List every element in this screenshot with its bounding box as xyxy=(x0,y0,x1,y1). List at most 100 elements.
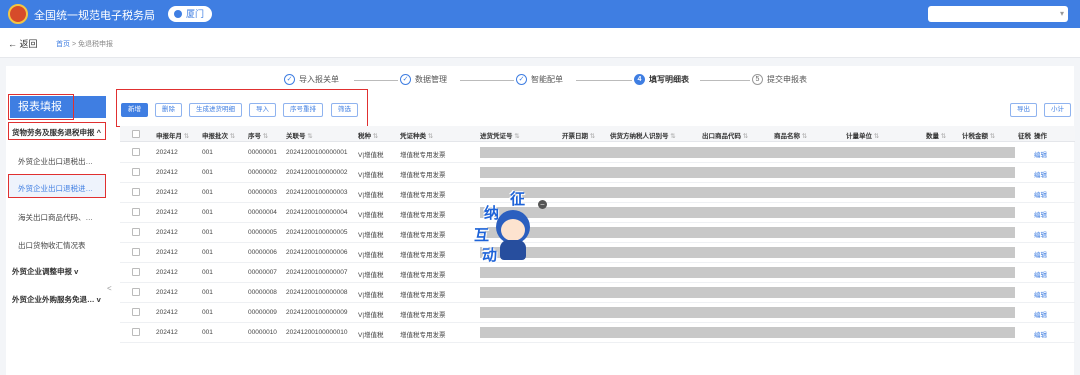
cell-link-no: 20241200100000001 xyxy=(286,149,348,156)
breadcrumb-separator: > xyxy=(71,41,77,48)
close-icon[interactable]: – xyxy=(538,200,547,209)
col-product-name[interactable]: 商品名称 ⇅ xyxy=(774,130,807,140)
col-invoice-date[interactable]: 开票日期 ⇅ xyxy=(562,130,595,140)
cell-period: 202412 xyxy=(156,269,178,276)
cell-period: 202412 xyxy=(156,249,178,256)
sort-icon: ⇅ xyxy=(512,133,520,140)
step-label: 数据管理 xyxy=(415,75,447,84)
cell-batch: 001 xyxy=(202,309,213,316)
cell-period: 202412 xyxy=(156,209,178,216)
cell-batch: 001 xyxy=(202,149,213,156)
step-fill-details[interactable]: 4 填写明细表 xyxy=(634,74,689,85)
mascot-widget[interactable]: 征 纳 互 动 xyxy=(470,191,542,264)
step-data-management[interactable]: ✓ 数据管理 xyxy=(400,74,447,85)
row-checkbox[interactable] xyxy=(132,228,140,236)
step-label: 填写明细表 xyxy=(649,75,689,84)
delete-button[interactable]: 删除 xyxy=(155,103,182,117)
sidebar-group-adjustment[interactable]: 外贸企业调整申报 v xyxy=(12,266,78,277)
table-row: 202412 001 00000002 20241200100000002 V|增值税增… xyxy=(120,163,1075,183)
cell-period: 202412 xyxy=(156,169,178,176)
breadcrumb-home[interactable]: 首页 xyxy=(56,41,70,48)
generate-purchase-details-button[interactable]: 生成进货明细 xyxy=(189,103,242,117)
edit-link[interactable]: 编辑 xyxy=(1034,209,1047,219)
edit-link[interactable]: 编辑 xyxy=(1034,249,1047,259)
cell-voucher-type: 增值税专用发票 xyxy=(400,272,446,279)
sidebar-item-export-refund-out[interactable]: 外贸企业出口退税出… xyxy=(18,156,93,167)
redacted-cells xyxy=(480,327,1015,338)
step-submit[interactable]: 5 提交申报表 xyxy=(752,74,807,85)
table-row: 202412 001 00000005 20241200100000005 V|增值税增… xyxy=(120,223,1075,243)
row-checkbox[interactable] xyxy=(132,208,140,216)
collapse-sidebar-icon[interactable]: < xyxy=(107,284,112,293)
edit-link[interactable]: 编辑 xyxy=(1034,309,1047,319)
sidebar-group-purchased-services[interactable]: 外贸企业外购服务免退… v xyxy=(12,294,101,305)
cell-voucher-type: 增值税专用发票 xyxy=(400,252,446,259)
row-checkbox[interactable] xyxy=(132,168,140,176)
back-button[interactable]: ← 返回 xyxy=(8,37,38,50)
row-checkbox[interactable] xyxy=(132,288,140,296)
col-batch[interactable]: 申报批次 ⇅ xyxy=(202,130,235,140)
col-product-code[interactable]: 出口商品代码 ⇅ xyxy=(702,130,748,140)
mascot-char: 动 xyxy=(482,247,498,264)
cell-seq: 00000007 xyxy=(248,269,277,276)
col-unit[interactable]: 计量单位 ⇅ xyxy=(846,130,879,140)
cell-link-no: 20241200100000007 xyxy=(286,269,348,276)
cell-voucher-type: 增值税专用发票 xyxy=(400,212,446,219)
sidebar-item-forex-receipt[interactable]: 出口货物收汇情况表 xyxy=(18,240,86,251)
col-tax-type[interactable]: 税种 ⇅ xyxy=(358,130,378,140)
step-smart-matching[interactable]: ✓ 智能配单 xyxy=(516,74,563,85)
col-action: 操作 xyxy=(1034,133,1047,140)
cell-tax-type: V|增值税 xyxy=(358,232,384,239)
subtotal-button[interactable]: 小计 xyxy=(1044,103,1071,117)
col-period[interactable]: 申报年月 ⇅ xyxy=(156,130,189,140)
cell-link-no: 20241200100000002 xyxy=(286,169,348,176)
col-supplier-id[interactable]: 供货方纳税人识别号 ⇅ xyxy=(610,130,676,140)
check-icon: ✓ xyxy=(516,74,527,85)
add-button[interactable]: 新增 xyxy=(121,103,148,117)
edit-link[interactable]: 编辑 xyxy=(1034,149,1047,159)
cell-link-no: 20241200100000004 xyxy=(286,209,348,216)
sort-icon: ⇅ xyxy=(371,133,379,140)
cell-seq: 00000008 xyxy=(248,289,277,296)
cell-seq: 00000004 xyxy=(248,209,277,216)
edit-link[interactable]: 编辑 xyxy=(1034,189,1047,199)
edit-link[interactable]: 编辑 xyxy=(1034,169,1047,179)
import-button[interactable]: 导入 xyxy=(249,103,276,117)
city-selector[interactable]: 厦门 xyxy=(168,6,213,22)
row-checkbox[interactable] xyxy=(132,248,140,256)
sort-icon: ⇅ xyxy=(588,133,596,140)
col-voucher-type[interactable]: 凭证种类 ⇅ xyxy=(400,130,433,140)
cell-batch: 001 xyxy=(202,269,213,276)
edit-link[interactable]: 编辑 xyxy=(1034,269,1047,279)
user-menu[interactable]: ▾ xyxy=(928,6,1068,22)
col-taxable-amount[interactable]: 计税金额 ⇅ xyxy=(962,130,995,140)
cell-period: 202412 xyxy=(156,189,178,196)
sidebar-item-customs-code[interactable]: 海关出口商品代码、… xyxy=(18,212,93,223)
row-checkbox[interactable] xyxy=(132,148,140,156)
cell-seq: 00000009 xyxy=(248,309,277,316)
step-import-declaration[interactable]: ✓ 导入报关单 xyxy=(284,74,339,85)
cell-voucher-type: 增值税专用发票 xyxy=(400,312,446,319)
redacted-cells xyxy=(480,227,1015,238)
city-label: 厦门 xyxy=(186,9,205,19)
row-checkbox[interactable] xyxy=(132,268,140,276)
table-row: 202412 001 00000009 20241200100000009 V|增值税增… xyxy=(120,303,1075,323)
edit-link[interactable]: 编辑 xyxy=(1034,289,1047,299)
select-all-checkbox[interactable] xyxy=(132,130,140,138)
filter-button[interactable]: 筛选 xyxy=(331,103,358,117)
sort-icon: ⇅ xyxy=(741,133,749,140)
edit-link[interactable]: 编辑 xyxy=(1034,329,1047,339)
redacted-cells xyxy=(480,147,1015,158)
col-voucher-no[interactable]: 进货凭证号 ⇅ xyxy=(480,130,520,140)
row-checkbox[interactable] xyxy=(132,308,140,316)
col-link-no[interactable]: 关联号 ⇅ xyxy=(286,130,313,140)
col-quantity[interactable]: 数量 ⇅ xyxy=(926,130,946,140)
cell-period: 202412 xyxy=(156,229,178,236)
renumber-button[interactable]: 序号重排 xyxy=(283,103,323,117)
breadcrumb: 首页 > 免退税申报 xyxy=(56,39,113,49)
row-checkbox[interactable] xyxy=(132,188,140,196)
edit-link[interactable]: 编辑 xyxy=(1034,229,1047,239)
row-checkbox[interactable] xyxy=(132,328,140,336)
export-button[interactable]: 导出 xyxy=(1010,103,1037,117)
col-seq[interactable]: 序号 ⇅ xyxy=(248,130,268,140)
